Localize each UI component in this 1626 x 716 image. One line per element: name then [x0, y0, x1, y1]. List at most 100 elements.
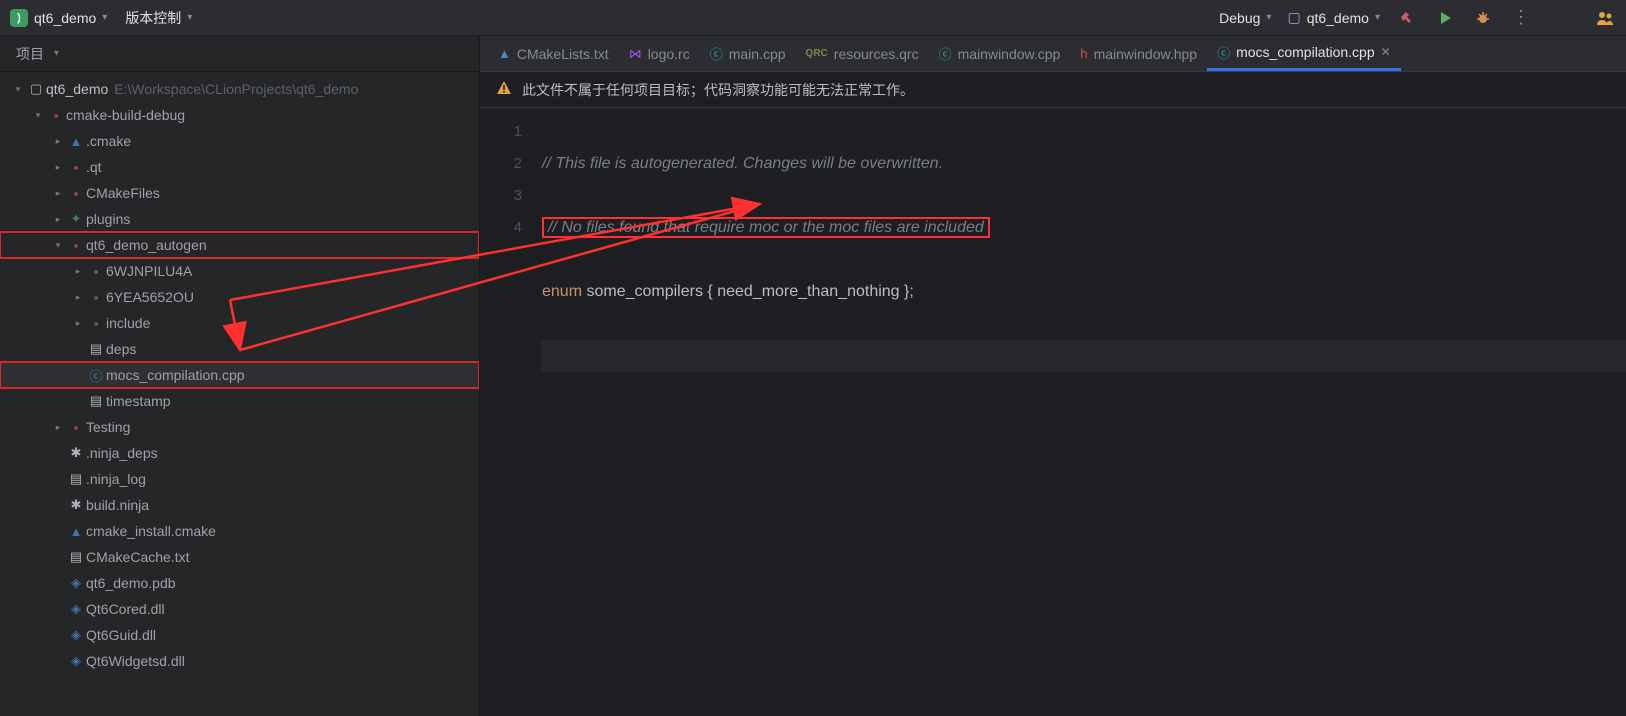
tree-label: 6YEA5652OU [106, 289, 194, 305]
expand-icon[interactable]: ▾ [10, 84, 26, 95]
tree-item-include[interactable]: ▸▪include [0, 310, 479, 336]
tab-label: main.cpp [729, 46, 786, 62]
topbar: ) qt6_demo ▾ 版本控制 ▾ Debug ▾ ▢ qt6_demo ▾… [0, 0, 1626, 36]
expand-icon[interactable]: ▸ [50, 422, 66, 433]
ninja-icon: ✱ [66, 445, 86, 461]
cmake-icon: ▲ [66, 134, 86, 149]
line-number: 4 [480, 212, 522, 244]
tree-label: Qt6Widgetsd.dll [86, 653, 185, 669]
puzzle-icon: ✦ [66, 211, 86, 227]
code-with-me-button[interactable] [1594, 7, 1616, 29]
project-tree[interactable]: ▾ ▢ qt6_demo E:\Workspace\CLionProjects\… [0, 72, 479, 716]
code-editor[interactable]: 1234 // This file is autogenerated. Chan… [480, 108, 1626, 716]
tree-item-Qt6Guid-dll[interactable]: ◈Qt6Guid.dll [0, 622, 479, 648]
tree-label: CMakeCache.txt [86, 549, 189, 565]
warning-icon [496, 80, 512, 99]
tree-item-timestamp[interactable]: ▤timestamp [0, 388, 479, 414]
expand-icon[interactable]: ▸ [50, 188, 66, 199]
project-name: qt6_demo [34, 10, 96, 26]
tab-mainwindow-cpp[interactable]: ⓒmainwindow.cpp [929, 36, 1071, 71]
tree-item-build-ninja[interactable]: ✱build.ninja [0, 492, 479, 518]
tree-label: .ninja_log [86, 471, 146, 487]
tree-item-CMakeCache-txt[interactable]: ▤CMakeCache.txt [0, 544, 479, 570]
tree-item-cmake-build-debug[interactable]: ▾▪cmake-build-debug [0, 102, 479, 128]
cube-icon: ◈ [66, 601, 86, 617]
ninja-icon: ✱ [66, 497, 86, 513]
tree-item-6YEA5652OU[interactable]: ▸▪6YEA5652OU [0, 284, 479, 310]
tree-item--cmake[interactable]: ▸▲.cmake [0, 128, 479, 154]
expand-icon[interactable]: ▸ [50, 136, 66, 147]
code-keyword: enum [542, 283, 582, 300]
tree-item-CMakeFiles[interactable]: ▸▪CMakeFiles [0, 180, 479, 206]
expand-icon[interactable]: ▸ [70, 266, 86, 277]
sidebar-header[interactable]: 项目 ▾ [0, 36, 479, 72]
tree-item-Qt6Cored-dll[interactable]: ◈Qt6Cored.dll [0, 596, 479, 622]
target-label: qt6_demo [1307, 10, 1369, 26]
code-line: // No files found that require moc or th… [542, 217, 990, 238]
close-icon[interactable]: ✕ [1381, 45, 1391, 59]
tree-item-qt6_demo_autogen[interactable]: ▾▪qt6_demo_autogen [0, 232, 479, 258]
tab-logo-rc[interactable]: ⋈logo.rc [619, 36, 700, 71]
tree-item-mocs_compilation-cpp[interactable]: ⓒmocs_compilation.cpp [0, 362, 479, 388]
tree-label: Qt6Guid.dll [86, 627, 156, 643]
run-target-selector[interactable]: ▢ qt6_demo ▾ [1287, 9, 1380, 26]
tree-item-qt6_demo-pdb[interactable]: ◈qt6_demo.pdb [0, 570, 479, 596]
tree-root[interactable]: ▾ ▢ qt6_demo E:\Workspace\CLionProjects\… [0, 76, 479, 102]
chevron-down-icon: ▾ [1266, 12, 1271, 23]
build-button[interactable] [1396, 7, 1418, 29]
line-number: 1 [480, 116, 522, 148]
folder-red-icon: ▪ [66, 420, 86, 435]
editor-tabs: ▲ CMakeLists.txt ⋈logo.rcⓒmain.cppQRCresou… [480, 36, 1626, 72]
tree-item--ninja_deps[interactable]: ✱.ninja_deps [0, 440, 479, 466]
build-config-selector[interactable]: Debug ▾ [1219, 10, 1271, 26]
tab-label: CMakeLists.txt [517, 46, 609, 62]
expand-icon[interactable]: ▸ [70, 318, 86, 329]
tree-label: Testing [86, 419, 130, 435]
file-icon: ▤ [86, 341, 106, 357]
expand-icon[interactable]: ▸ [50, 214, 66, 225]
code-content[interactable]: // This file is autogenerated. Changes w… [542, 108, 1626, 716]
expand-icon[interactable]: ▾ [30, 110, 46, 121]
debug-button[interactable] [1472, 7, 1494, 29]
tree-item-cmake_install-cmake[interactable]: ▲cmake_install.cmake [0, 518, 479, 544]
warning-bar: 此文件不属于任何项目目标；代码洞察功能可能无法正常工作。 [480, 72, 1626, 108]
tab-label: mainwindow.hpp [1094, 46, 1198, 62]
cmk-icon: ▲ [498, 46, 511, 61]
tree-label: cmake_install.cmake [86, 523, 216, 539]
folder-icon: ▢ [26, 81, 46, 97]
tab-resources-qrc[interactable]: QRCresources.qrc [796, 36, 929, 71]
tab-label: resources.qrc [834, 46, 919, 62]
main-area: 项目 ▾ ▾ ▢ qt6_demo E:\Workspace\CLionProj… [0, 36, 1626, 716]
folder-red-icon: ▪ [66, 160, 86, 175]
expand-icon[interactable]: ▸ [70, 292, 86, 303]
line-number: 3 [480, 180, 522, 212]
sidebar-title: 项目 [16, 44, 44, 64]
project-sidebar: 项目 ▾ ▾ ▢ qt6_demo E:\Workspace\CLionProj… [0, 36, 480, 716]
tab-label: logo.rc [648, 46, 690, 62]
tab-mocs_compilation-cpp[interactable]: ⓒmocs_compilation.cpp✕ [1207, 36, 1401, 71]
tree-item-Testing[interactable]: ▸▪Testing [0, 414, 479, 440]
tab-CMakeLists-txt[interactable]: ▲ CMakeLists.txt [488, 36, 619, 71]
root-path: E:\Workspace\CLionProjects\qt6_demo [114, 81, 358, 97]
expand-icon[interactable]: ▸ [50, 162, 66, 173]
tab-mainwindow-hpp[interactable]: hmainwindow.hpp [1070, 36, 1207, 71]
project-selector[interactable]: ) qt6_demo ▾ [10, 9, 107, 27]
tree-item--ninja_log[interactable]: ▤.ninja_log [0, 466, 479, 492]
tab-label: mainwindow.cpp [958, 46, 1061, 62]
tree-label: .cmake [86, 133, 131, 149]
folder-spec-icon: ▪ [86, 316, 106, 331]
expand-icon[interactable]: ▾ [50, 240, 66, 251]
tree-item-Qt6Widgetsd-dll[interactable]: ◈Qt6Widgetsd.dll [0, 648, 479, 674]
tree-item-plugins[interactable]: ▸✦plugins [0, 206, 479, 232]
vcs-menu[interactable]: 版本控制 ▾ [125, 8, 192, 28]
more-button[interactable]: ⋮ [1510, 7, 1532, 29]
code-line: some_compilers { need_more_than_nothing … [582, 283, 914, 300]
tree-item-deps[interactable]: ▤deps [0, 336, 479, 362]
tree-label: qt6_demo.pdb [86, 575, 176, 591]
tree-item--qt[interactable]: ▸▪.qt [0, 154, 479, 180]
cube-icon: ◈ [66, 653, 86, 669]
tab-main-cpp[interactable]: ⓒmain.cpp [700, 36, 796, 71]
tree-item-6WJNPILU4A[interactable]: ▸▪6WJNPILU4A [0, 258, 479, 284]
run-button[interactable] [1434, 7, 1456, 29]
editor-pane: ▲ CMakeLists.txt ⋈logo.rcⓒmain.cppQRCresou… [480, 36, 1626, 716]
